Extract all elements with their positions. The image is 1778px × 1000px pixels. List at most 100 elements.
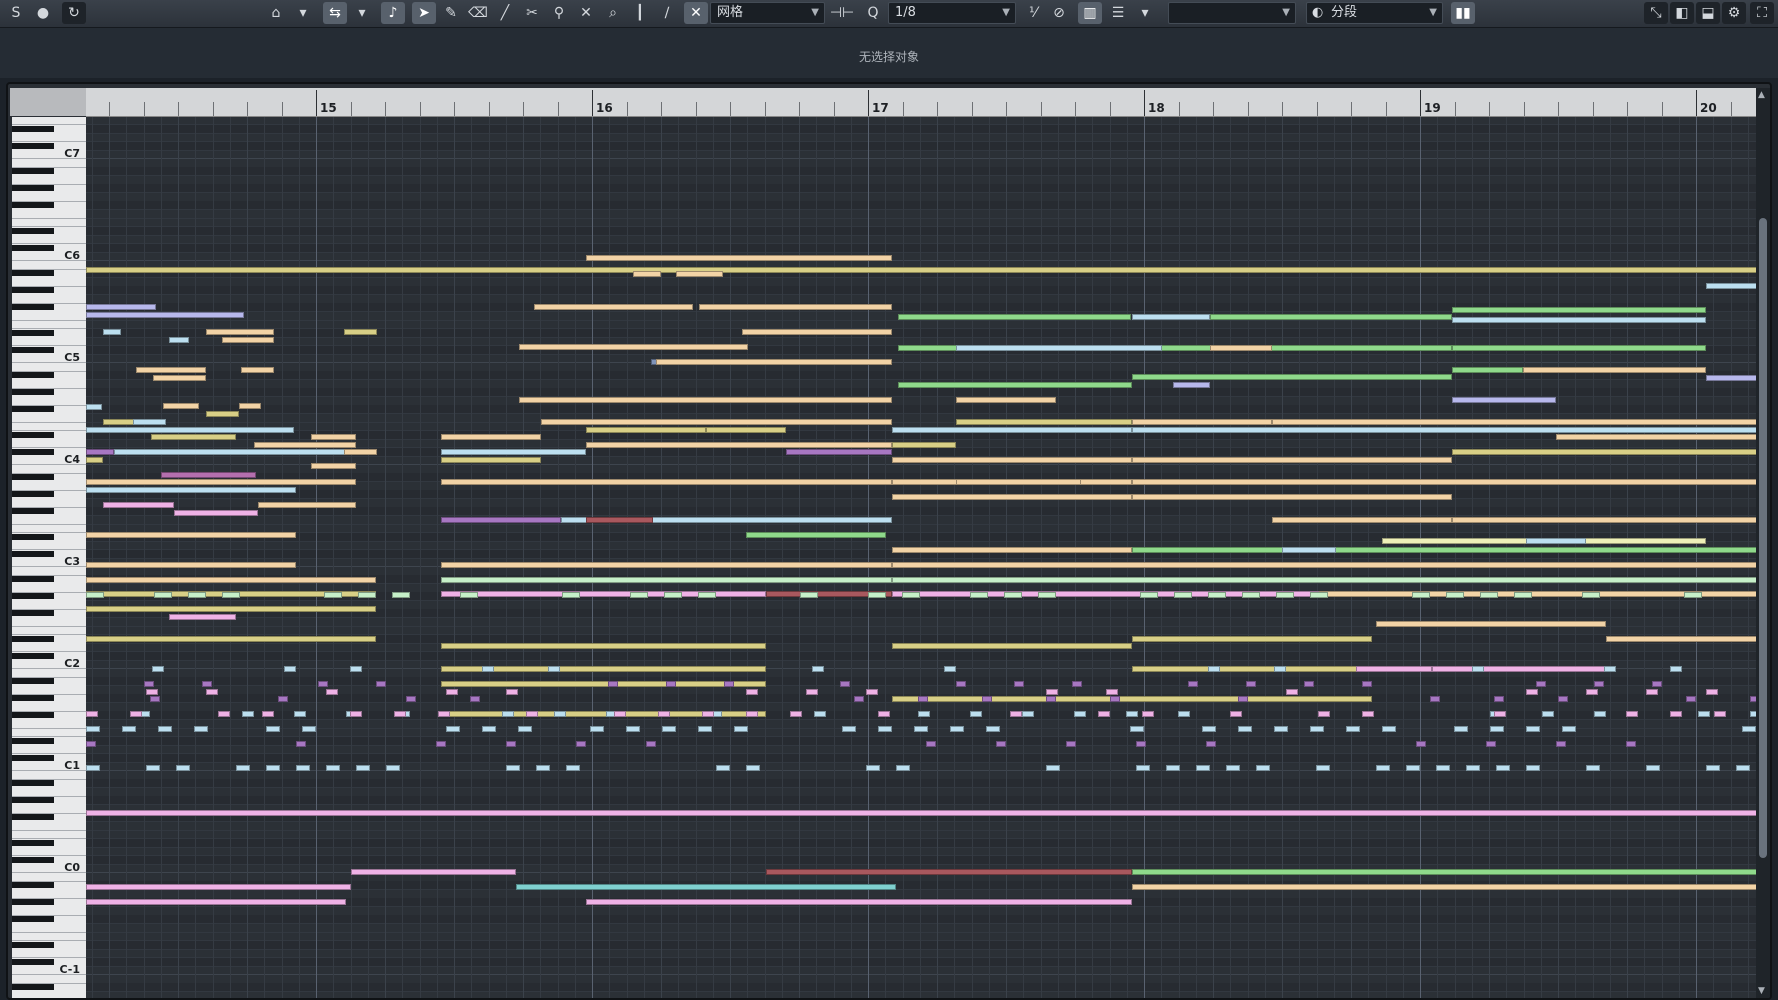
midi-note[interactable]	[746, 765, 760, 771]
midi-note[interactable]	[86, 457, 103, 463]
midi-note[interactable]	[950, 726, 964, 732]
black-key[interactable]	[12, 551, 54, 557]
midi-note[interactable]	[86, 884, 351, 890]
midi-note[interactable]	[344, 329, 377, 335]
erase-tool-icon[interactable]: ⌫	[466, 2, 490, 24]
snap-type-select[interactable]: 网格 ▼	[710, 2, 825, 24]
midi-note[interactable]	[436, 741, 446, 747]
black-key[interactable]	[12, 738, 54, 744]
midi-note[interactable]	[892, 547, 1132, 553]
midi-note[interactable]	[1376, 621, 1606, 627]
midi-note[interactable]	[1276, 592, 1294, 598]
black-key[interactable]	[12, 593, 54, 599]
midi-note[interactable]	[441, 434, 541, 440]
black-key[interactable]	[12, 959, 54, 965]
midi-note[interactable]	[1110, 696, 1120, 702]
black-key[interactable]	[12, 610, 54, 616]
midi-note[interactable]	[86, 427, 294, 433]
midi-note[interactable]	[86, 304, 156, 310]
midi-note[interactable]	[1132, 547, 1762, 553]
split-tool-icon[interactable]: ✂	[520, 2, 544, 24]
midi-note[interactable]	[206, 329, 274, 335]
midi-note[interactable]	[441, 449, 586, 455]
midi-note[interactable]	[1210, 314, 1452, 320]
midi-note[interactable]	[1132, 869, 1762, 875]
midi-note[interactable]	[664, 592, 682, 598]
midi-note[interactable]	[1206, 741, 1216, 747]
midi-note[interactable]	[441, 517, 561, 523]
black-key[interactable]	[12, 712, 54, 718]
midi-note[interactable]	[222, 592, 240, 598]
black-key[interactable]	[12, 185, 54, 191]
midi-note[interactable]	[1274, 726, 1288, 732]
midi-note[interactable]	[1556, 434, 1762, 440]
midi-note[interactable]	[1652, 681, 1662, 687]
midi-note[interactable]	[1646, 689, 1658, 695]
midi-note[interactable]	[534, 304, 693, 310]
black-key[interactable]	[12, 695, 54, 701]
midi-note[interactable]	[566, 765, 580, 771]
midi-note[interactable]	[1132, 419, 1272, 425]
glue-tool-icon[interactable]: ⚲	[547, 2, 571, 24]
record-icon[interactable]: ●	[31, 2, 55, 24]
midi-note[interactable]	[133, 419, 166, 425]
midi-note[interactable]	[1480, 592, 1498, 598]
midi-note[interactable]	[241, 367, 274, 373]
midi-note[interactable]	[176, 765, 190, 771]
midi-note[interactable]	[1210, 345, 1272, 351]
midi-note[interactable]	[146, 689, 158, 695]
midi-note[interactable]	[1226, 765, 1240, 771]
vertical-scrollbar[interactable]: ▲ ▼	[1756, 88, 1770, 1000]
midi-note[interactable]	[446, 689, 458, 695]
swing-icon[interactable]: ⅟	[1021, 2, 1045, 24]
midi-note[interactable]	[1318, 711, 1330, 717]
midi-note[interactable]	[206, 689, 218, 695]
maximize-icon[interactable]: ⛶	[1750, 2, 1774, 24]
black-key[interactable]	[12, 474, 54, 480]
midi-note[interactable]	[786, 449, 892, 455]
acoustic-feedback-icon[interactable]: ♪	[381, 2, 405, 24]
midi-note[interactable]	[266, 765, 280, 771]
midi-note[interactable]	[536, 765, 550, 771]
midi-note[interactable]	[1452, 307, 1706, 313]
midi-note[interactable]	[258, 502, 356, 508]
midi-note[interactable]	[1022, 711, 1034, 717]
midi-note[interactable]	[1130, 726, 1144, 732]
black-key[interactable]	[12, 882, 54, 888]
midi-note[interactable]	[86, 267, 1762, 273]
midi-note[interactable]	[1558, 696, 1568, 702]
black-key[interactable]	[12, 202, 54, 208]
midi-note[interactable]	[344, 449, 377, 455]
midi-note[interactable]	[586, 442, 892, 448]
midi-note[interactable]	[1310, 592, 1328, 598]
black-key[interactable]	[12, 245, 54, 251]
midi-note[interactable]	[103, 419, 136, 425]
midi-note[interactable]	[1362, 681, 1372, 687]
midi-note[interactable]	[86, 487, 296, 493]
autoscroll-icon[interactable]: ⌂	[264, 2, 288, 24]
midi-note[interactable]	[222, 337, 274, 343]
midi-note[interactable]	[1542, 711, 1554, 717]
midi-note[interactable]	[1046, 765, 1060, 771]
midi-note[interactable]	[742, 329, 892, 335]
draw-tool-icon[interactable]: ✎	[439, 2, 463, 24]
midi-note[interactable]	[502, 711, 514, 717]
midi-note[interactable]	[284, 666, 296, 672]
midi-note[interactable]	[1684, 592, 1702, 598]
midi-note[interactable]	[86, 404, 102, 410]
midi-note[interactable]	[441, 643, 766, 649]
midi-note[interactable]	[1536, 681, 1546, 687]
midi-note[interactable]	[724, 681, 734, 687]
midi-note[interactable]	[318, 681, 328, 687]
midi-note[interactable]	[254, 442, 356, 448]
midi-note[interactable]	[130, 711, 142, 717]
midi-note[interactable]	[296, 741, 306, 747]
midi-note[interactable]	[630, 592, 648, 598]
midi-note[interactable]	[1136, 741, 1146, 747]
midi-note[interactable]	[896, 765, 910, 771]
midi-note[interactable]	[1246, 681, 1256, 687]
scrollbar-thumb[interactable]	[1759, 218, 1767, 858]
black-key[interactable]	[12, 168, 54, 174]
length-icon[interactable]: ⊘	[1047, 2, 1071, 24]
midi-note[interactable]	[1466, 765, 1480, 771]
